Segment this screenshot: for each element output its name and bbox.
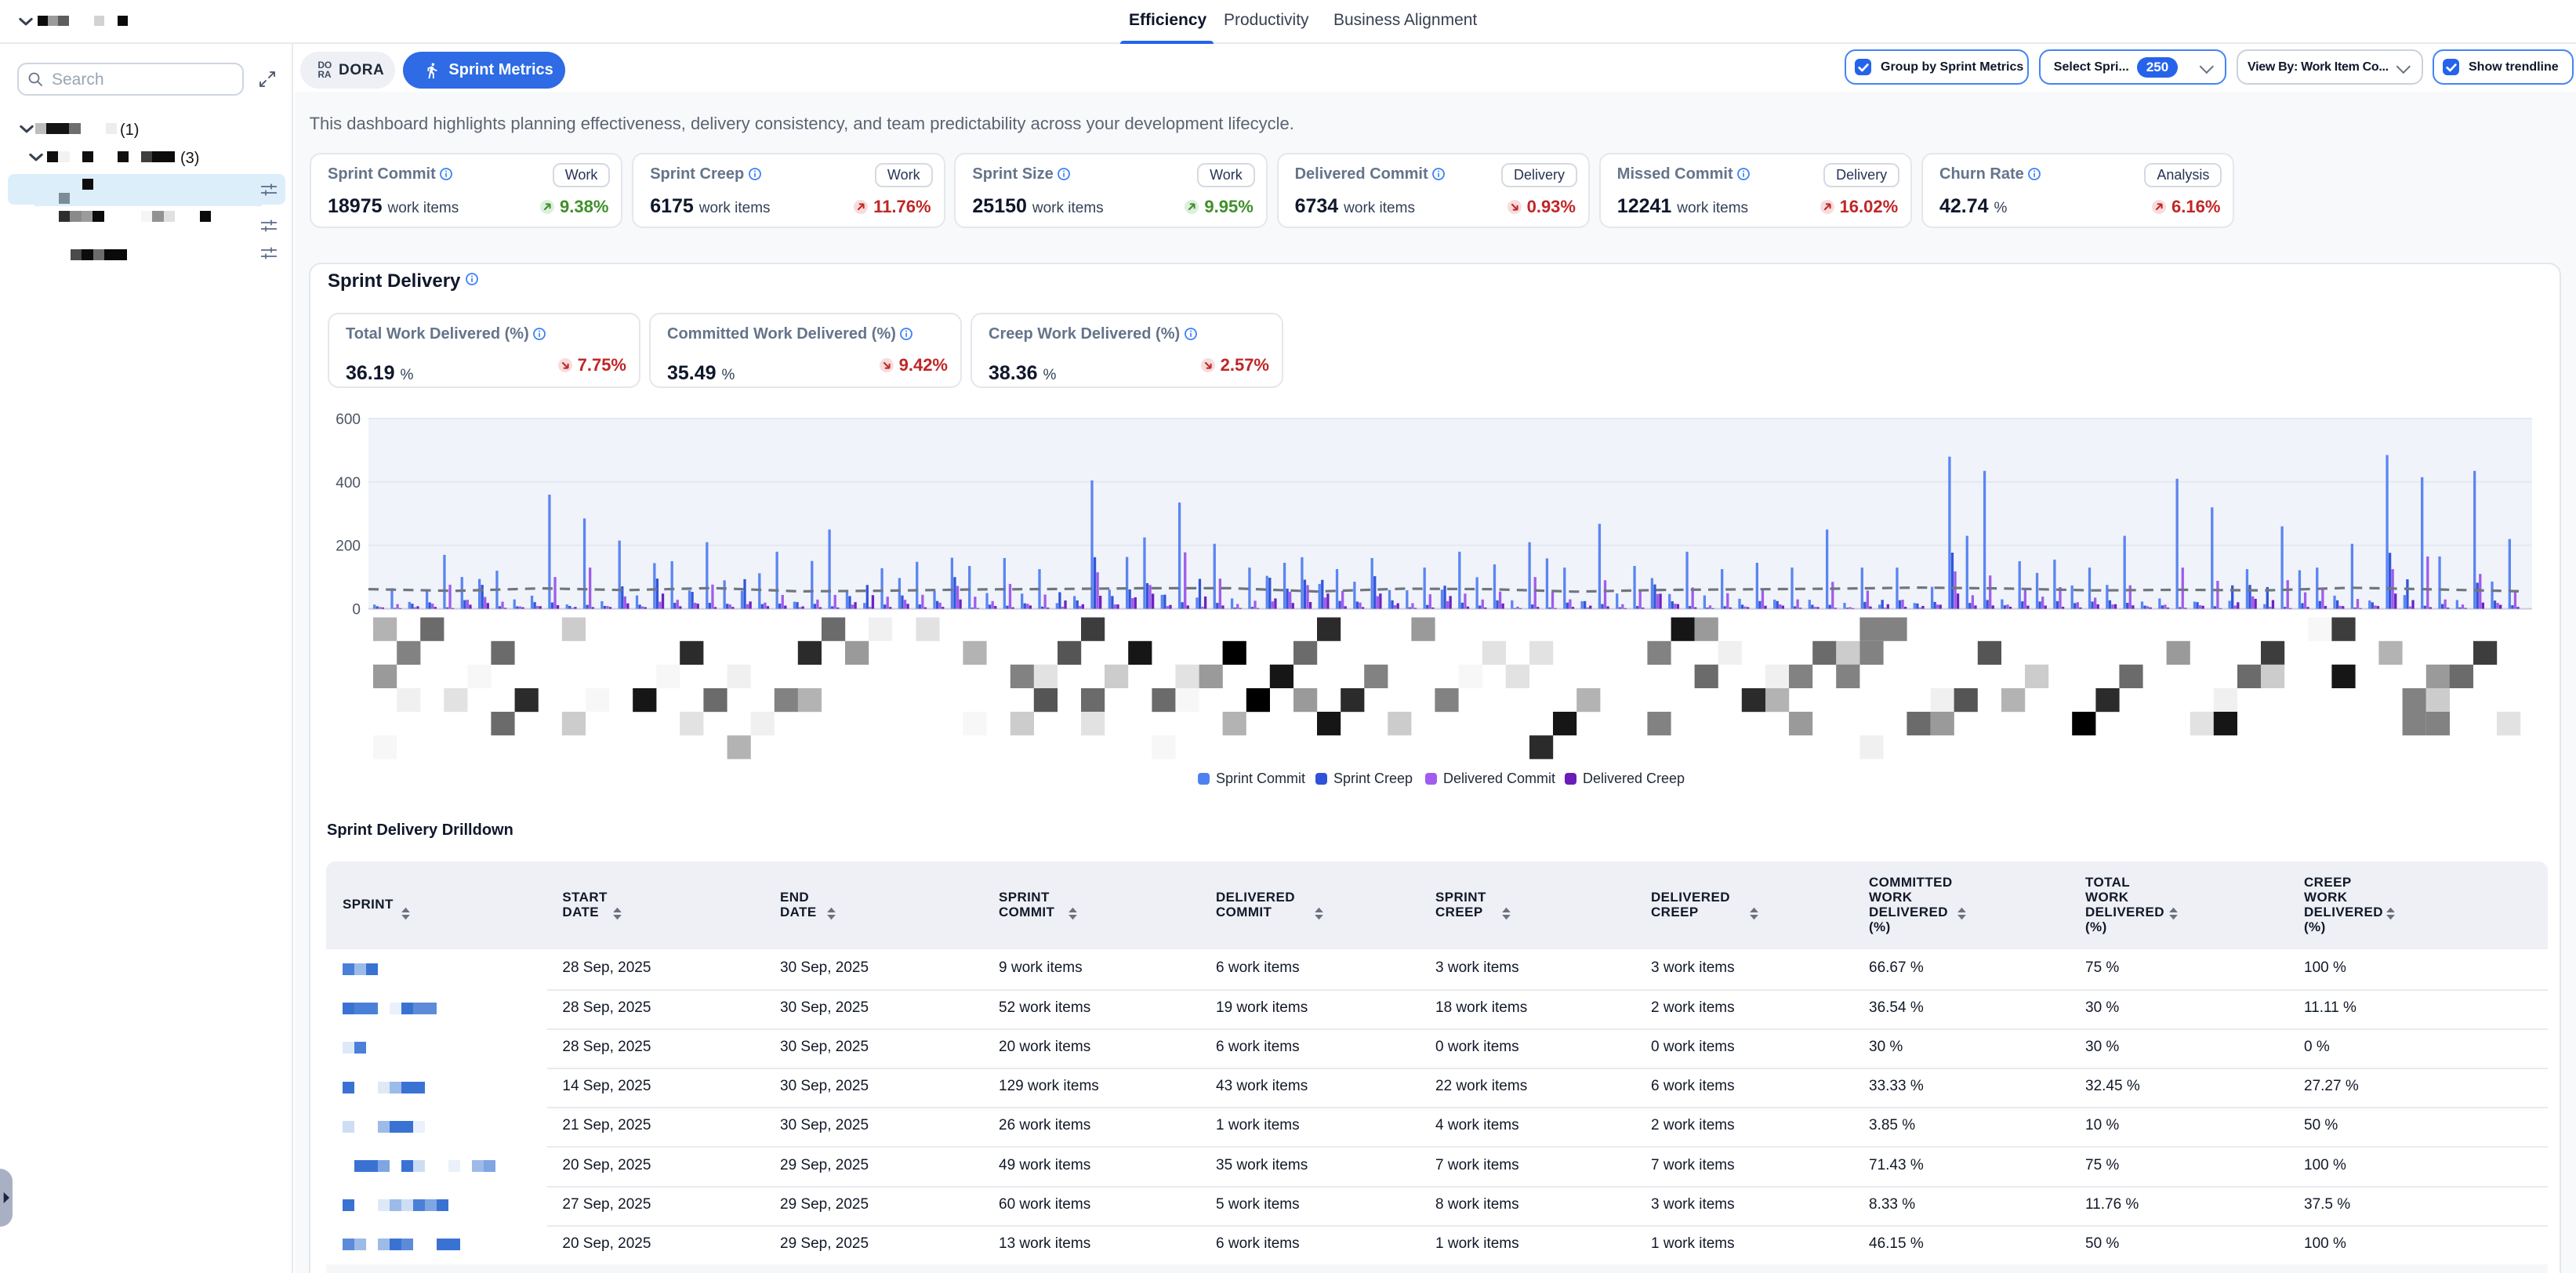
svg-text:400: 400 <box>336 475 361 491</box>
svg-text:200: 200 <box>336 539 361 555</box>
svg-text:600: 600 <box>336 412 361 428</box>
svg-text:0: 0 <box>352 602 361 618</box>
